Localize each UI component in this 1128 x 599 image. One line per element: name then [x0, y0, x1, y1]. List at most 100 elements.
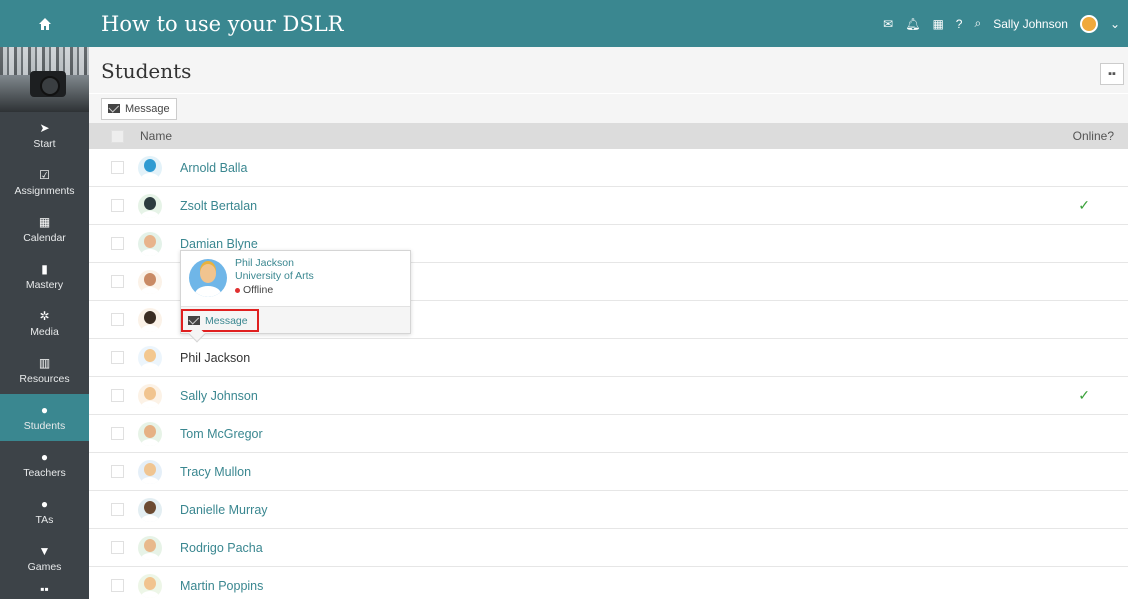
row-checkbox[interactable]: [111, 237, 124, 250]
student-name[interactable]: Zsolt Bertalan: [180, 199, 257, 213]
row-checkbox[interactable]: [111, 465, 124, 478]
students-list: Arnold Balla Zsolt Bertalan ✓ Damian Blyne P…: [89, 149, 1128, 599]
bell-icon[interactable]: 🔔︎: [905, 17, 920, 31]
home-button[interactable]: [0, 0, 89, 47]
table-row: Martin Poppins: [89, 567, 1128, 599]
row-checkbox[interactable]: [111, 199, 124, 212]
avatar[interactable]: [138, 193, 162, 218]
status-dot-icon: [235, 287, 240, 293]
course-thumbnail[interactable]: [0, 47, 89, 112]
avatar[interactable]: [1079, 14, 1098, 33]
top-bar: How to use your DSLR ✉ 🔔︎ ▦ ? ⌕ Sally Jo…: [89, 0, 1128, 47]
sidebar-item-students[interactable]: ● Students: [0, 394, 89, 441]
user-name[interactable]: Sally Johnson: [993, 17, 1068, 31]
message-button-label: Message: [125, 102, 170, 115]
row-checkbox[interactable]: [111, 541, 124, 554]
student-name[interactable]: Danielle Murray: [180, 503, 268, 517]
envelope-icon[interactable]: ✉: [883, 17, 893, 31]
sidebar-item-teachers[interactable]: ● Teachers: [0, 441, 89, 488]
avatar[interactable]: [138, 535, 162, 560]
course-title[interactable]: How to use your DSLR: [101, 12, 883, 36]
sidebar-item-label: TAs: [35, 514, 54, 526]
help-icon[interactable]: ?: [956, 17, 963, 31]
row-checkbox[interactable]: [111, 351, 124, 364]
student-name[interactable]: Damian Blyne: [180, 237, 258, 251]
sidebar-icon: ▮: [41, 262, 48, 276]
avatar[interactable]: [138, 459, 162, 484]
avatar[interactable]: [138, 383, 162, 408]
avatar[interactable]: [138, 231, 162, 256]
envelope-icon: [108, 104, 120, 113]
sidebar-item-label: Games: [27, 561, 62, 573]
sidebar-item-mastery[interactable]: ▮ Mastery: [0, 253, 89, 300]
avatar[interactable]: [138, 345, 162, 370]
chevron-down-icon[interactable]: ⌄: [1110, 17, 1120, 31]
sidebar-item-label: Resources: [19, 373, 70, 385]
student-name[interactable]: Sally Johnson: [180, 389, 258, 403]
home-icon: [38, 17, 51, 30]
popup-name[interactable]: Phil Jackson: [235, 257, 294, 269]
sidebar-icon: ✲: [39, 309, 50, 323]
table-row: Tom McGregor: [89, 415, 1128, 453]
grid-view-icon[interactable]: ▪▪: [1100, 63, 1124, 85]
row-checkbox[interactable]: [111, 579, 124, 592]
table-header: Name Online?: [89, 123, 1128, 149]
table-row: Danielle Murray: [89, 491, 1128, 529]
student-name[interactable]: Tracy Mullon: [180, 465, 251, 479]
search-icon[interactable]: ⌕: [974, 16, 981, 31]
sidebar-icon: ▥: [38, 356, 51, 370]
message-button[interactable]: Message: [101, 97, 177, 120]
sidebar-item-start[interactable]: ➤ Start: [0, 112, 89, 159]
popup-avatar: [189, 259, 227, 297]
sidebar-item-label: Mastery: [25, 279, 64, 291]
page-title: Students: [101, 59, 192, 83]
sidebar-item-label: Teachers: [23, 467, 66, 479]
sidebar-item-label: Assignments: [14, 185, 75, 197]
row-checkbox[interactable]: [111, 389, 124, 402]
sidebar-icon: ☑: [39, 168, 50, 182]
column-name[interactable]: Name: [140, 129, 172, 143]
avatar[interactable]: [138, 269, 162, 294]
row-checkbox[interactable]: [111, 161, 124, 174]
student-name[interactable]: Arnold Balla: [180, 161, 247, 175]
avatar[interactable]: [138, 307, 162, 332]
sidebar-item-label: Media: [30, 326, 59, 338]
sidebar-item-calendar[interactable]: ▦ Calendar: [0, 206, 89, 253]
avatar[interactable]: [138, 155, 162, 180]
student-name[interactable]: Phil Jackson: [180, 351, 250, 365]
row-checkbox[interactable]: [111, 275, 124, 288]
sidebar-icon: ●: [40, 497, 49, 511]
online-check-icon: ✓: [1078, 387, 1090, 403]
sidebar-icon: ➤: [39, 121, 50, 135]
camera-image: [30, 71, 66, 97]
sidebar-item-assignments[interactable]: ☑ Assignments: [0, 159, 89, 206]
column-online[interactable]: Online?: [1073, 129, 1114, 143]
status-text: Offline: [243, 284, 274, 296]
more-icon[interactable]: ▪▪: [0, 582, 89, 599]
student-name[interactable]: Rodrigo Pacha: [180, 541, 263, 555]
row-checkbox[interactable]: [111, 427, 124, 440]
avatar[interactable]: [138, 573, 162, 598]
sidebar-icon: ●: [40, 403, 49, 417]
sidebar-item-label: Calendar: [23, 232, 66, 244]
table-row: Tracy Mullon: [89, 453, 1128, 491]
sidebar-item-label: Start: [33, 138, 56, 150]
student-name[interactable]: Tom McGregor: [180, 427, 263, 441]
avatar[interactable]: [138, 421, 162, 446]
sidebar-item-tas[interactable]: ● TAs: [0, 488, 89, 535]
sidebar-icon: ●: [40, 450, 49, 464]
student-name[interactable]: Martin Poppins: [180, 579, 263, 593]
calendar-icon[interactable]: ▦: [932, 17, 943, 31]
select-all-checkbox[interactable]: [111, 129, 124, 143]
sidebar: ➤ Start ☑ Assignments ▦ Calendar ▮ Mastery ✲ Medi…: [0, 0, 89, 599]
popup-message-label: Message: [205, 314, 248, 327]
row-checkbox[interactable]: [111, 313, 124, 326]
sidebar-item-media[interactable]: ✲ Media: [0, 300, 89, 347]
popup-status: Offline: [235, 284, 273, 296]
sidebar-item-resources[interactable]: ▥ Resources: [0, 347, 89, 394]
sidebar-icon: ▼: [38, 544, 51, 558]
avatar[interactable]: [138, 497, 162, 522]
sidebar-item-games[interactable]: ▼ Games: [0, 535, 89, 582]
row-checkbox[interactable]: [111, 503, 124, 516]
sidebar-icon: ▦: [38, 215, 51, 229]
